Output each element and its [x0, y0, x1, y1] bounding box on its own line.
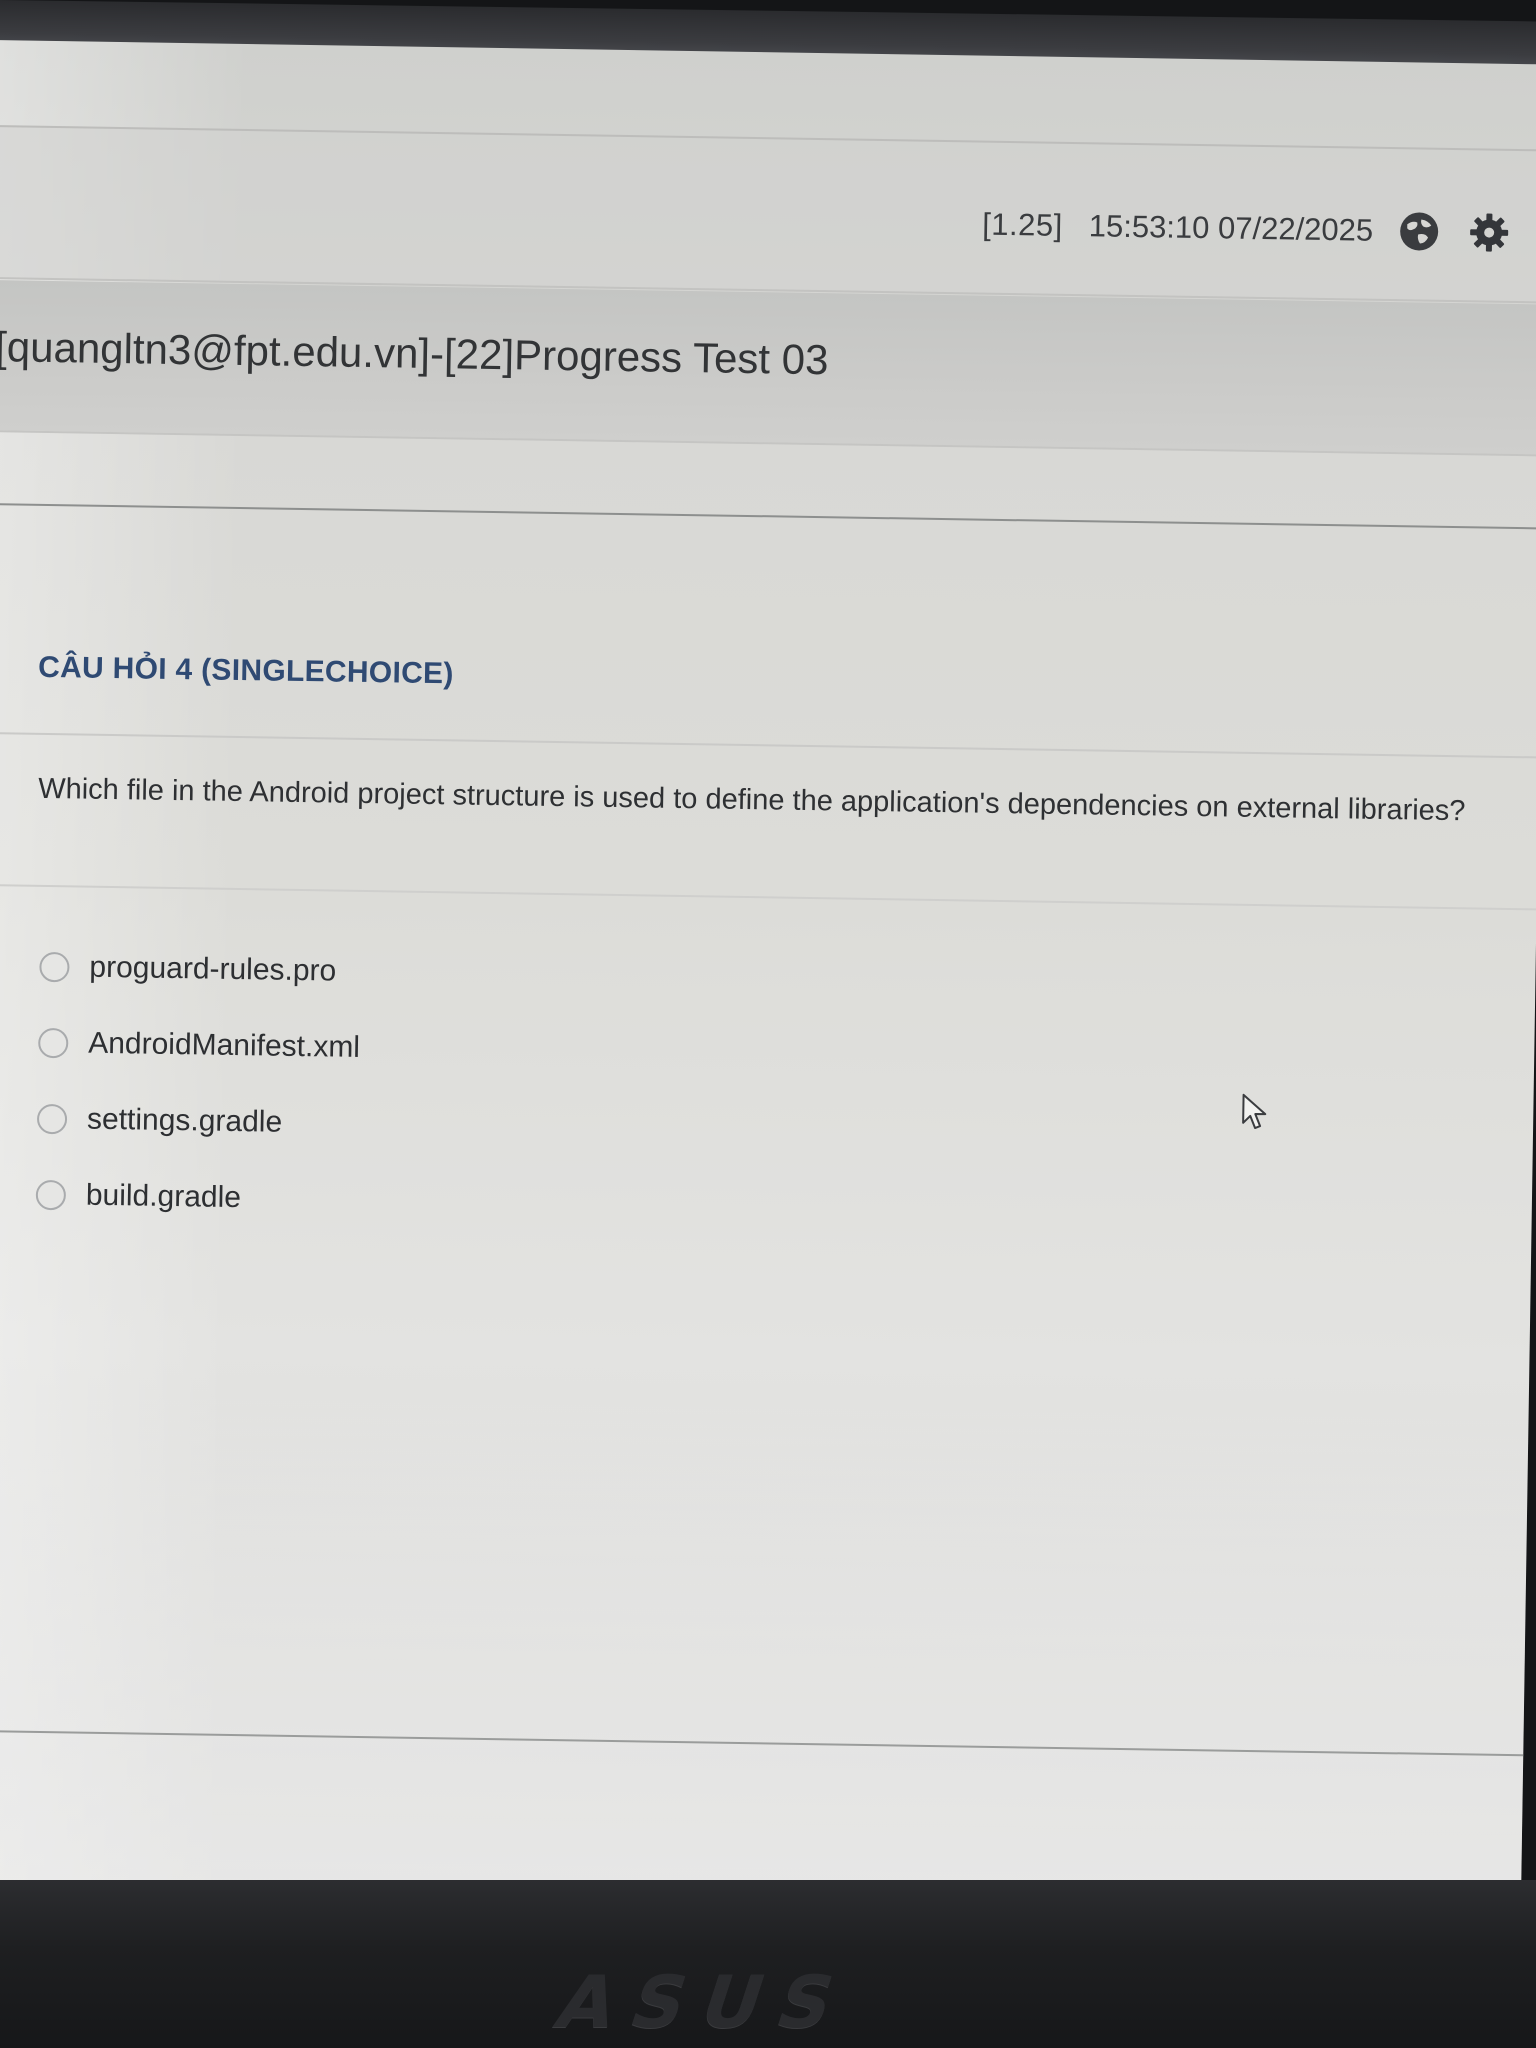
- datetime-display: 15:53:10 07/22/2025: [1088, 208, 1374, 248]
- question-card: CÂU HỎI 4 (SINGLECHOICE) Which file in t…: [0, 510, 1536, 1757]
- radio-button[interactable]: [36, 1103, 68, 1135]
- radio-button[interactable]: [39, 951, 70, 983]
- photo-frame: [1.25] 15:53:10 07/22/2025 [quangltn3@fp…: [0, 0, 1536, 2048]
- option-label: AndroidManifest.xml: [87, 1026, 361, 1064]
- answer-options: proguard-rules.pro AndroidManifest.xml s…: [35, 929, 362, 1238]
- question-header: CÂU HỎI 4 (SINGLECHOICE): [37, 650, 454, 691]
- top-toolbar: [1.25] 15:53:10 07/22/2025: [0, 124, 1536, 304]
- answer-option[interactable]: build.gradle: [35, 1157, 358, 1238]
- toolbar-right-group: [1.25] 15:53:10 07/22/2025: [982, 201, 1514, 257]
- page-title: [quangltn3@fpt.edu.vn]-[22]Progress Test…: [0, 323, 829, 384]
- answer-option[interactable]: settings.gradle: [36, 1081, 359, 1162]
- zoom-level: [1.25]: [981, 206, 1064, 243]
- option-label: proguard-rules.pro: [89, 950, 337, 988]
- answer-option[interactable]: AndroidManifest.xml: [38, 1005, 361, 1086]
- brand-logo: ASUS: [546, 1960, 864, 2044]
- divider: [0, 731, 1536, 759]
- option-label: settings.gradle: [86, 1102, 283, 1139]
- answer-option[interactable]: proguard-rules.pro: [39, 929, 362, 1010]
- laptop-screen: [1.25] 15:53:10 07/22/2025 [quangltn3@fp…: [0, 40, 1536, 1925]
- option-label: build.gradle: [85, 1178, 242, 1215]
- question-text: Which file in the Android project struct…: [37, 772, 1466, 828]
- exam-title-banner: [quangltn3@fpt.edu.vn]-[22]Progress Test…: [0, 279, 1536, 457]
- language-icon[interactable]: [1395, 207, 1444, 256]
- radio-button[interactable]: [38, 1027, 69, 1059]
- divider: [0, 1729, 1524, 1757]
- mouse-pointer-icon: [1241, 1093, 1270, 1138]
- radio-button[interactable]: [35, 1179, 67, 1211]
- divider: [0, 884, 1536, 911]
- settings-gear-icon[interactable]: [1465, 208, 1514, 257]
